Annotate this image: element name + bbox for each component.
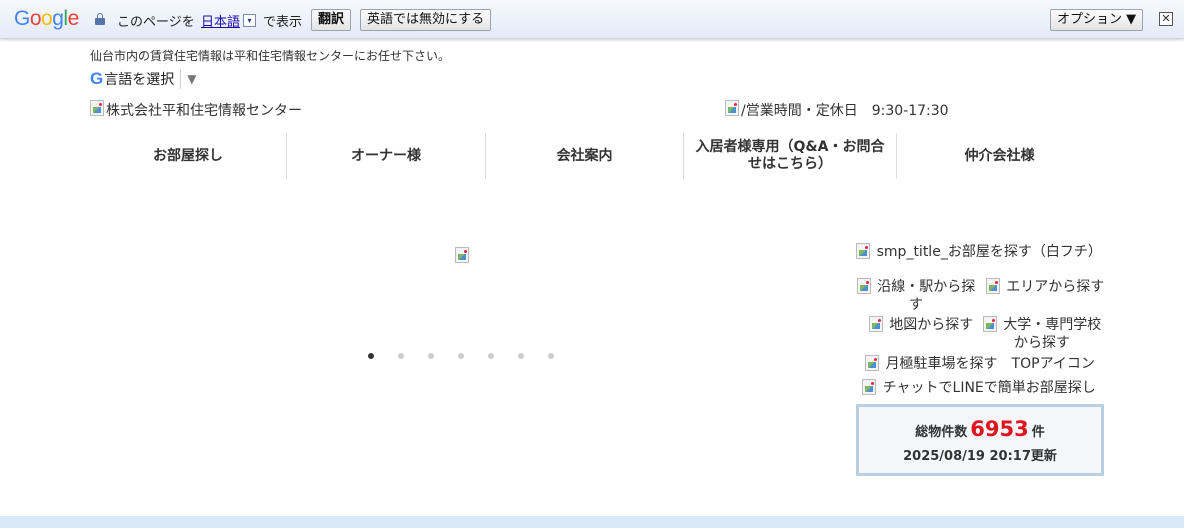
property-count-box: 総物件数 6953 件 2025/08/19 20:17更新 [856, 404, 1104, 476]
property-count-unit: 件 [1031, 425, 1045, 440]
broken-image-icon [868, 316, 883, 332]
business-hours-image: /営業時間・定休日 9:30-17:30 [725, 100, 949, 120]
broken-image-icon [865, 355, 880, 371]
language-selector-label[interactable]: 言語を選択 [104, 69, 174, 89]
property-count-label: 総物件数 [915, 425, 968, 440]
broken-image-icon [862, 379, 877, 395]
language-link[interactable]: 日本語 [201, 11, 240, 30]
broken-image-icon [856, 278, 871, 294]
nav-item-room-search[interactable]: お部屋探し [90, 133, 287, 179]
property-count-value: 6953 [970, 417, 1029, 441]
nav-item-company[interactable]: 会社案内 [486, 133, 684, 179]
slider-dot[interactable] [368, 353, 374, 359]
property-count: 総物件数 6953 件 [859, 417, 1101, 441]
nav-item-residents[interactable]: 入居者様専用（Q&A・お問合せはこちら） [684, 133, 897, 179]
search-by-map[interactable]: 地図から探す [866, 316, 976, 334]
translate-suffix: で表示 [263, 15, 303, 30]
language-dropdown-icon[interactable]: ▾ [243, 14, 256, 27]
chevron-down-icon[interactable]: ▼ [187, 72, 196, 86]
nav-item-agents[interactable]: 仲介会社様 [897, 133, 1102, 179]
logo-letter: G [14, 7, 30, 30]
slider-dot[interactable] [518, 353, 524, 359]
line-chat-search-alt: チャットでLINEで簡単お部屋探し [882, 380, 1096, 396]
footer-band [0, 516, 1184, 528]
broken-image-icon [90, 100, 104, 116]
google-logo: Google [14, 7, 79, 31]
slider-dot[interactable] [488, 353, 494, 359]
site-tagline: 仙台市内の賃貸住宅情報は平和住宅情報センターにお任せ下さい。 [90, 49, 451, 63]
translate-bar: Google このページを 日本語 ▾ で表示 翻訳 英語では無効にする オプシ… [0, 0, 1184, 39]
google-g-icon: G [90, 69, 104, 88]
slider-dot[interactable] [428, 353, 434, 359]
slider-image[interactable] [455, 247, 471, 263]
search-panel-title: smp_title_お部屋を探す（白フチ） [856, 243, 1102, 261]
company-logo[interactable]: 株式会社平和住宅情報センター [90, 100, 302, 120]
slider-dot[interactable] [548, 353, 554, 359]
line-chat-search[interactable]: チャットでLINEで簡単お部屋探し [856, 379, 1102, 397]
logo-letter: g [52, 7, 64, 30]
search-by-area[interactable]: エリアから探す [985, 278, 1105, 296]
broken-image-icon [982, 316, 997, 332]
language-selector[interactable]: G 言語を選択 ▼ [90, 69, 196, 89]
company-logo-alt: 株式会社平和住宅情報センター [106, 103, 302, 119]
slider-dot[interactable] [398, 353, 404, 359]
search-by-school-alt: 大学・専門学校から探す [1003, 317, 1102, 351]
translate-prefix: このページを [117, 15, 195, 30]
updated-timestamp: 2025/08/19 20:17更新 [903, 449, 1057, 464]
logo-letter: o [41, 7, 53, 30]
search-by-school[interactable]: 大学・専門学校から探す [980, 316, 1104, 352]
options-button[interactable]: オプション ▼ [1050, 9, 1144, 31]
broken-image-icon [985, 278, 1000, 294]
slider-dot[interactable] [458, 353, 464, 359]
divider [180, 69, 182, 89]
search-by-map-alt: 地図から探す [889, 317, 974, 333]
broken-image-icon [725, 100, 739, 116]
search-parking-alt: 月極駐車場を探す TOPアイコン [885, 356, 1095, 372]
search-by-line-station[interactable]: 沿線・駅から探す [854, 278, 978, 314]
broken-image-icon [856, 243, 871, 259]
close-icon[interactable]: ✕ [1159, 12, 1173, 26]
lock-icon [95, 13, 105, 25]
translate-button[interactable]: 翻訳 [311, 9, 352, 31]
search-panel-title-alt: smp_title_お部屋を探す（白フチ） [876, 244, 1102, 260]
disable-translation-button[interactable]: 英語では無効にする [360, 9, 492, 31]
logo-letter: o [29, 7, 42, 30]
main-nav: お部屋探し オーナー様 会社案内 入居者様専用（Q&A・お問合せはこちら） 仲介… [90, 133, 1102, 179]
search-by-area-alt: エリアから探す [1006, 279, 1105, 295]
logo-letter: e [67, 7, 80, 30]
slider-dots [368, 353, 578, 359]
broken-image-icon [455, 247, 469, 263]
search-by-line-station-alt: 沿線・駅から探す [877, 279, 976, 313]
search-parking[interactable]: 月極駐車場を探す TOPアイコン [860, 355, 1100, 373]
nav-item-owners[interactable]: オーナー様 [287, 133, 486, 179]
business-hours-alt: /営業時間・定休日 9:30-17:30 [741, 103, 949, 119]
